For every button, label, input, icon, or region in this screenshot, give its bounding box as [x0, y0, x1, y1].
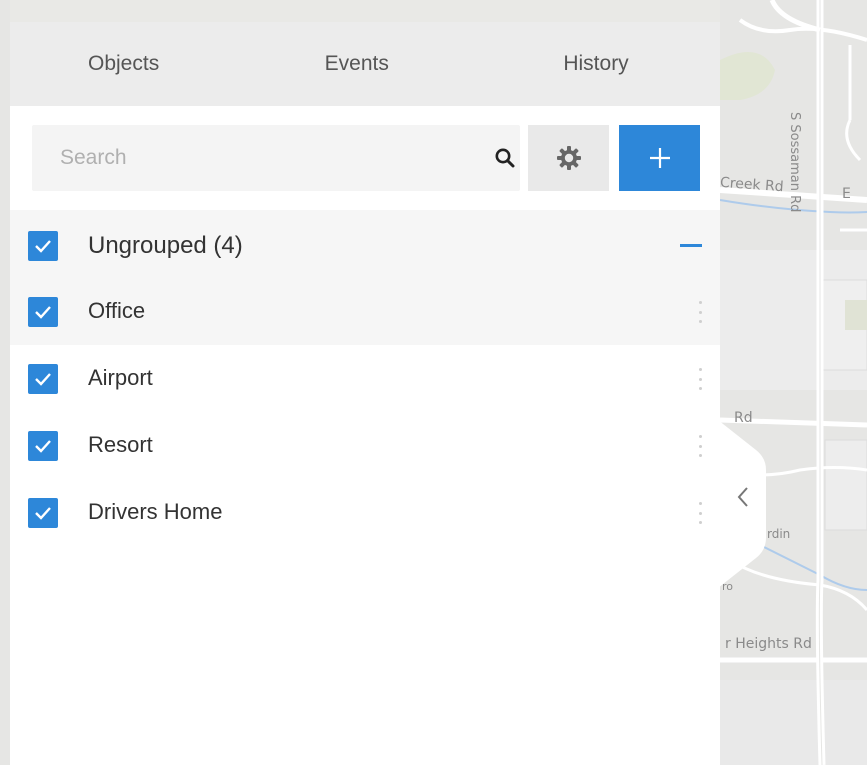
collapse-group-minus-icon[interactable] — [680, 244, 702, 247]
list-item[interactable]: Office — [10, 278, 720, 345]
object-list: Ungrouped (4) Office Airport Resort Driv… — [10, 210, 720, 546]
item-label: Resort — [88, 432, 153, 457]
add-button[interactable] — [619, 125, 700, 191]
chevron-left-icon — [737, 487, 748, 507]
toolbar — [10, 106, 720, 210]
map-label-e: E — [842, 186, 851, 202]
tab-objects[interactable]: Objects — [10, 22, 245, 106]
check-icon — [35, 507, 51, 520]
check-icon — [35, 440, 51, 453]
item-checkbox[interactable] — [28, 498, 58, 528]
search-input[interactable] — [32, 125, 462, 191]
list-item[interactable]: Resort — [10, 412, 720, 479]
group-header-ungrouped[interactable]: Ungrouped (4) — [10, 210, 720, 278]
item-label: Office — [88, 298, 146, 323]
panel-top-strip — [10, 0, 720, 22]
group-label: Ungrouped (4) — [88, 232, 243, 259]
search-box — [32, 125, 520, 191]
list-item[interactable]: Drivers Home — [10, 479, 720, 546]
more-options-icon[interactable] — [696, 499, 704, 527]
check-icon — [35, 306, 51, 319]
item-label: Drivers Home — [88, 499, 223, 524]
search-icon[interactable] — [494, 147, 516, 169]
map-label-rdin: rdin — [767, 527, 791, 541]
item-checkbox[interactable] — [28, 364, 58, 394]
check-icon — [35, 373, 51, 386]
objects-panel: Objects Events History Search Ungrouped … — [10, 0, 720, 765]
settings-button[interactable] — [528, 125, 609, 191]
plus-icon — [649, 148, 670, 168]
more-options-icon[interactable] — [696, 298, 704, 326]
tab-bar: Objects Events History — [10, 22, 720, 106]
item-label: Airport — [88, 365, 153, 390]
group-checkbox[interactable] — [28, 231, 58, 261]
item-checkbox[interactable] — [28, 431, 58, 461]
check-icon — [35, 240, 51, 253]
list-item[interactable]: Airport — [10, 345, 720, 412]
map-label-sossaman-rd: S Sossaman Rd — [787, 112, 802, 213]
more-options-icon[interactable] — [696, 432, 704, 460]
item-checkbox[interactable] — [28, 297, 58, 327]
panel-collapse-toggle[interactable] — [718, 420, 770, 588]
tab-events[interactable]: Events — [245, 22, 482, 106]
gear-icon — [556, 146, 581, 170]
tab-history[interactable]: History — [481, 22, 720, 106]
more-options-icon[interactable] — [696, 365, 704, 393]
map-label-heights-rd: r Heights Rd — [725, 636, 812, 652]
